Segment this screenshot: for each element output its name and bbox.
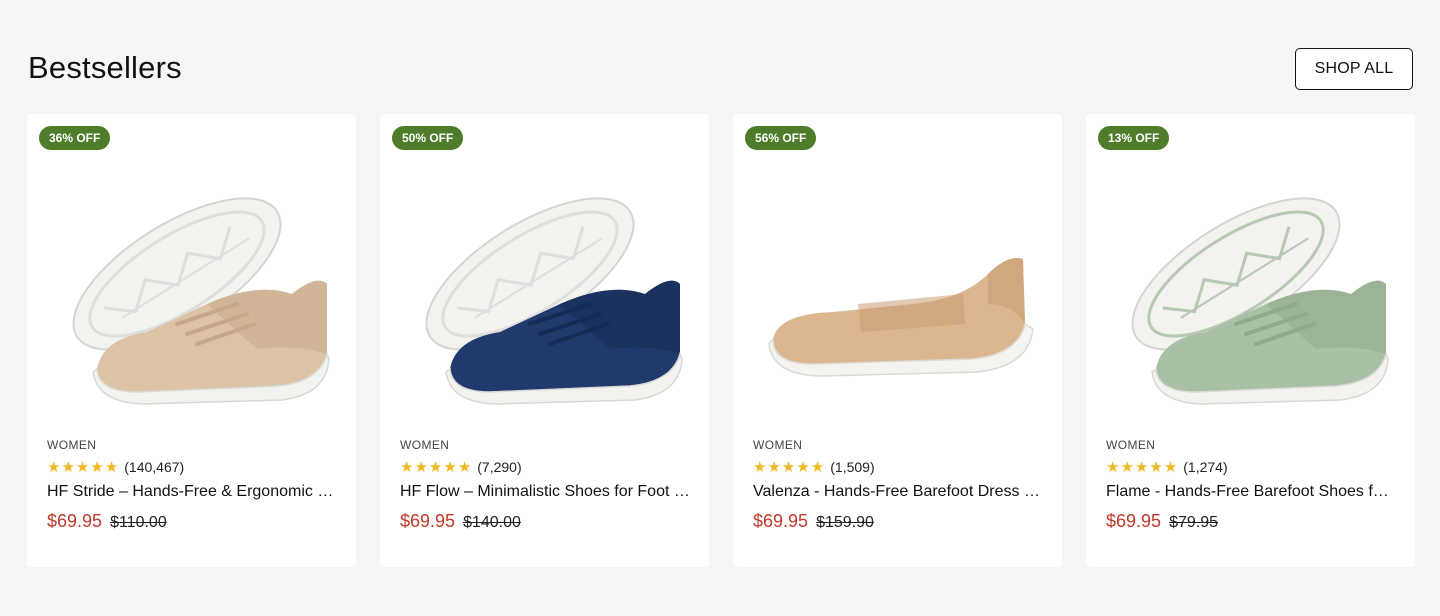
shoe-illustration xyxy=(72,197,330,405)
review-count: (1,509) xyxy=(830,459,875,475)
shoe-illustration xyxy=(1131,197,1389,405)
product-category: WOMEN xyxy=(400,438,450,452)
star-icon: ★ xyxy=(414,458,428,476)
star-rating: ★ ★ ★ ★ ★ xyxy=(47,460,118,475)
product-grid: 36% OFF WOMEN ★ ★ ★ ★ ★ (140,467) HF Stride … xyxy=(27,114,1415,567)
star-rating: ★ ★ ★ ★ ★ xyxy=(753,460,824,475)
star-rating: ★ ★ ★ ★ ★ xyxy=(400,460,471,475)
discount-badge: 13% OFF xyxy=(1098,126,1170,150)
sale-price: $69.95 xyxy=(753,511,809,531)
rating-row: ★ ★ ★ ★ ★ (7,290) xyxy=(400,459,689,475)
product-card[interactable]: 13% OFF WOMEN ★ ★ ★ ★ ★ (1,274) Flame - Hand… xyxy=(1086,114,1415,567)
shoe-illustration xyxy=(425,197,683,405)
star-icon: ★ xyxy=(457,458,472,476)
star-icon: ★ xyxy=(400,458,414,476)
product-name[interactable]: Flame - Hands-Free Barefoot Shoes for Wo… xyxy=(1106,483,1396,501)
discount-badge: 36% OFF xyxy=(39,126,111,150)
star-icon: ★ xyxy=(767,458,781,476)
star-icon: ★ xyxy=(61,458,75,476)
product-card[interactable]: 36% OFF WOMEN ★ ★ ★ ★ ★ (140,467) HF Stride … xyxy=(27,114,356,567)
section-title: Bestsellers xyxy=(28,50,182,85)
star-icon: ★ xyxy=(1106,458,1120,476)
review-count: (1,274) xyxy=(1183,459,1228,475)
compare-price: $140.00 xyxy=(463,514,521,531)
product-category: WOMEN xyxy=(753,438,803,452)
star-icon: ★ xyxy=(810,458,825,476)
sale-price: $69.95 xyxy=(400,511,456,531)
sale-price: $69.95 xyxy=(47,511,103,531)
product-image[interactable] xyxy=(1086,154,1415,454)
star-icon: ★ xyxy=(90,458,104,476)
star-icon: ★ xyxy=(428,458,443,476)
product-name[interactable]: HF Stride – Hands-Free & Ergonomic Baref… xyxy=(47,483,337,501)
product-category: WOMEN xyxy=(1106,438,1156,452)
product-name[interactable]: Valenza - Hands-Free Barefoot Dress Shoe… xyxy=(753,483,1043,501)
review-count: (140,467) xyxy=(124,459,185,475)
star-icon: ★ xyxy=(104,458,119,476)
star-icon: ★ xyxy=(1149,458,1163,476)
product-name[interactable]: HF Flow – Minimalistic Shoes for Foot Co… xyxy=(400,483,690,501)
star-icon: ★ xyxy=(1163,458,1178,476)
rating-row: ★ ★ ★ ★ ★ (1,274) xyxy=(1106,459,1395,475)
discount-badge: 50% OFF xyxy=(392,126,464,150)
product-card[interactable]: 50% OFF WOMEN ★ ★ ★ ★ ★ (7,290) HF Flow – Mi… xyxy=(380,114,709,567)
discount-badge: 56% OFF xyxy=(745,126,817,150)
star-icon: ★ xyxy=(1120,458,1134,476)
star-icon: ★ xyxy=(75,458,90,476)
product-image[interactable] xyxy=(27,154,356,454)
star-icon: ★ xyxy=(443,458,457,476)
rating-row: ★ ★ ★ ★ ★ (140,467) xyxy=(47,459,336,475)
compare-price: $110.00 xyxy=(110,514,167,531)
compare-price: $159.90 xyxy=(816,514,874,531)
product-image[interactable] xyxy=(380,154,709,454)
product-category: WOMEN xyxy=(47,438,97,452)
star-icon: ★ xyxy=(753,458,767,476)
product-card[interactable]: 56% OFF WOMEN ★ ★ ★ ★ ★ (1,509) Valenza - Ha… xyxy=(733,114,1062,567)
rating-row: ★ ★ ★ ★ ★ (1,509) xyxy=(753,459,1042,475)
sale-price: $69.95 xyxy=(1106,511,1162,531)
shoe-illustration xyxy=(768,258,1034,377)
product-image[interactable] xyxy=(733,154,1062,454)
star-icon: ★ xyxy=(47,458,61,476)
star-icon: ★ xyxy=(781,458,796,476)
compare-price: $79.95 xyxy=(1169,514,1218,531)
review-count: (7,290) xyxy=(477,459,522,475)
star-icon: ★ xyxy=(1134,458,1149,476)
star-icon: ★ xyxy=(796,458,810,476)
shop-all-button[interactable]: SHOP ALL xyxy=(1295,48,1413,90)
star-rating: ★ ★ ★ ★ ★ xyxy=(1106,460,1177,475)
